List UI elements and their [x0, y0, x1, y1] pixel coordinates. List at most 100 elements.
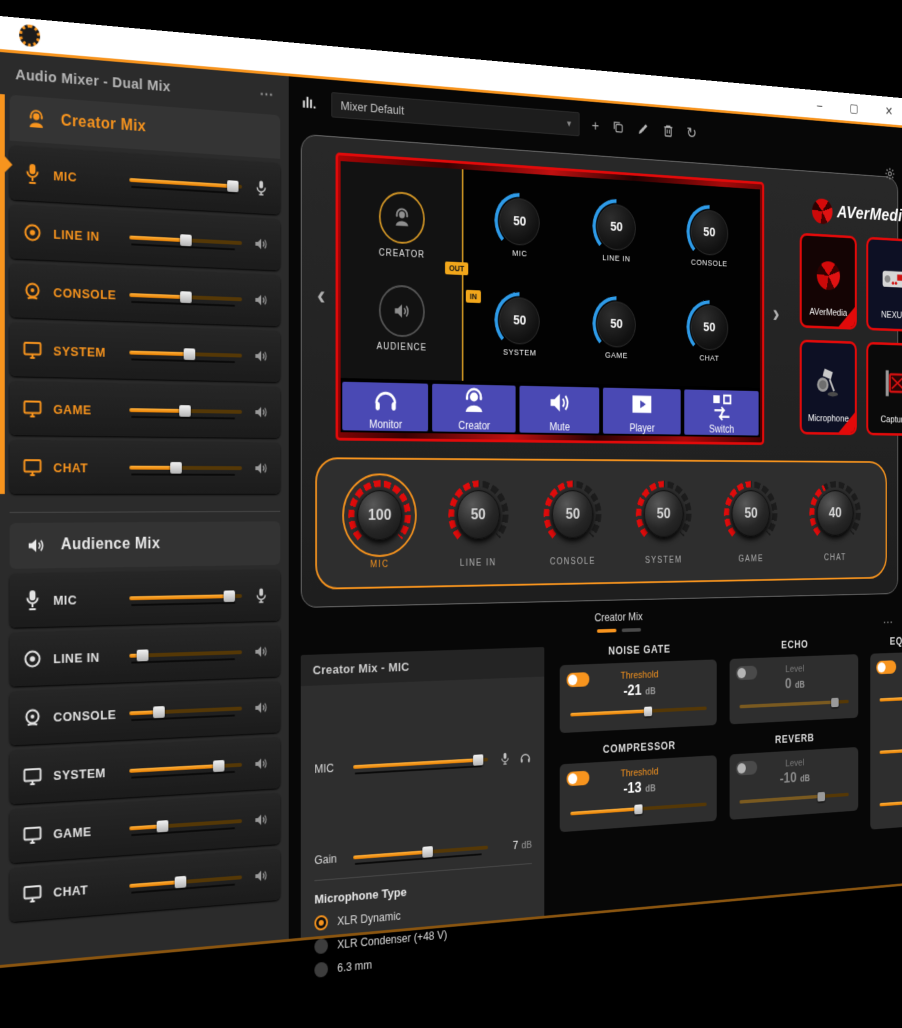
- bass-slider[interactable]: [880, 794, 902, 811]
- monitor-button[interactable]: Monitor: [342, 382, 428, 432]
- echo-slider[interactable]: [740, 696, 849, 713]
- system-volume-slider[interactable]: [129, 346, 242, 363]
- app-logo-icon: [19, 23, 40, 47]
- knob-mic[interactable]: 100 MIC: [347, 482, 411, 571]
- channel-row-console[interactable]: CONSOLE: [10, 681, 281, 745]
- minimize-button[interactable]: –: [817, 98, 822, 110]
- screen-knob-mic[interactable]: 50 MIC: [499, 197, 540, 260]
- noise-gate-slider[interactable]: [570, 702, 706, 721]
- add-preset-button[interactable]: +: [592, 117, 600, 133]
- line-in-volume-slider[interactable]: [129, 231, 242, 250]
- mic-volume-slider[interactable]: [129, 173, 242, 193]
- knob-line-in[interactable]: 50 LINE IN: [447, 482, 509, 569]
- screen-knob-chat[interactable]: 50 CHAT: [691, 304, 728, 363]
- chat-monitor-icon: [21, 881, 44, 907]
- knob-console[interactable]: 50 CONSOLE: [543, 482, 602, 567]
- hardware-knob-strip: 100 MIC 50 LINE IN 50 CONSOLE 50 SYSTEM …: [315, 457, 887, 590]
- mic-icon[interactable]: [498, 690, 511, 826]
- speaker-icon[interactable]: [253, 290, 270, 310]
- compressor-toggle[interactable]: [567, 771, 590, 787]
- system-volume-slider[interactable]: [129, 758, 242, 778]
- maximize-button[interactable]: ▢: [849, 101, 858, 113]
- close-button[interactable]: ✕: [885, 104, 893, 116]
- equalizer-toggle[interactable]: [876, 660, 896, 674]
- compressor-slider[interactable]: [570, 798, 706, 820]
- preset-dropdown[interactable]: Mixer Default ▾: [331, 92, 579, 136]
- knob-game[interactable]: 50 GAME: [723, 483, 778, 565]
- mic-monitor-icon[interactable]: [253, 178, 270, 198]
- chat-volume-slider[interactable]: [129, 461, 242, 475]
- console-volume-slider[interactable]: [129, 702, 242, 720]
- prev-page-chevron[interactable]: ‹: [312, 281, 331, 310]
- screen-knob-line-in[interactable]: 50 LINE IN: [597, 203, 636, 264]
- equalizer-panel: EQUALIZER Treble 83% Mid 55%: [870, 633, 902, 829]
- tile-capture[interactable]: Capture: [866, 342, 902, 436]
- app-tiles-column: AVerMedia AVerMedia NEXUS: [795, 195, 902, 436]
- speaker-icon[interactable]: [253, 346, 270, 365]
- speaker-icon[interactable]: [253, 234, 270, 254]
- noise-gate-toggle[interactable]: [567, 672, 590, 687]
- player-button[interactable]: Player: [603, 388, 680, 435]
- treble-slider[interactable]: [880, 691, 902, 706]
- knob-chat[interactable]: 40 CHAT: [809, 483, 862, 563]
- main-area: Mixer Default ▾ + ↻ ‹ CREATOR: [289, 76, 902, 939]
- delete-preset-button[interactable]: [662, 122, 675, 139]
- chat-volume-slider[interactable]: [129, 871, 242, 893]
- line-in-volume-slider[interactable]: [129, 646, 242, 663]
- channel-row-game[interactable]: GAME: [10, 381, 281, 438]
- refresh-button[interactable]: ↻: [686, 125, 696, 141]
- duplicate-preset-button[interactable]: [611, 118, 624, 135]
- gain-slider[interactable]: [353, 841, 488, 864]
- page-indicator-active[interactable]: [597, 629, 617, 633]
- speaker-icon[interactable]: [253, 698, 270, 718]
- screen-knob-game[interactable]: 50 GAME: [597, 300, 636, 360]
- radio-unselected[interactable]: [314, 962, 328, 978]
- knob-system[interactable]: 50 SYSTEM: [635, 482, 692, 565]
- creator-mode-button[interactable]: CREATOR: [379, 190, 425, 260]
- tile-avermedia[interactable]: AVerMedia: [800, 233, 857, 330]
- mic-volume-slider[interactable]: [129, 589, 242, 605]
- page-indicator[interactable]: [621, 628, 640, 632]
- mid-slider[interactable]: [880, 742, 902, 758]
- speaker-icon[interactable]: [253, 866, 270, 886]
- game-volume-slider[interactable]: [129, 814, 242, 835]
- creator-button[interactable]: Creator: [432, 384, 515, 433]
- channel-row-mic[interactable]: MIC: [10, 570, 281, 628]
- channel-row-chat[interactable]: CHAT: [10, 440, 281, 494]
- console-volume-slider[interactable]: [129, 288, 242, 306]
- speaker-icon[interactable]: [253, 642, 270, 662]
- audience-mix-header[interactable]: Audience Mix: [10, 521, 281, 569]
- audience-mode-button[interactable]: AUDIENCE: [377, 284, 427, 353]
- next-page-chevron[interactable]: ›: [768, 301, 783, 327]
- tile-nexus[interactable]: NEXUS: [866, 237, 902, 333]
- channel-row-system[interactable]: SYSTEM: [10, 322, 281, 382]
- speaker-icon[interactable]: [253, 403, 270, 422]
- game-volume-slider[interactable]: [129, 403, 242, 418]
- radio-unselected[interactable]: [314, 938, 328, 954]
- channel-row-line-in[interactable]: LINE IN: [10, 625, 281, 686]
- detail-mic-slider[interactable]: [353, 753, 488, 773]
- pager-menu-button[interactable]: ⋯: [883, 614, 894, 629]
- sidebar-menu-button[interactable]: ⋯: [259, 84, 275, 104]
- switch-button[interactable]: Switch: [684, 389, 759, 435]
- echo-toggle[interactable]: [736, 666, 757, 681]
- channel-row-system[interactable]: SYSTEM: [10, 737, 281, 804]
- speaker-icon[interactable]: [253, 754, 270, 774]
- edit-preset-button[interactable]: [637, 120, 650, 137]
- channel-row-console[interactable]: CONSOLE: [10, 263, 281, 326]
- reverb-slider[interactable]: [740, 789, 849, 808]
- speaker-icon[interactable]: [253, 810, 270, 830]
- settings-gear-icon[interactable]: [884, 166, 895, 181]
- headphones-icon[interactable]: [519, 690, 532, 826]
- creator-headset-icon: [25, 107, 48, 132]
- screen-knob-console[interactable]: 50 CONSOLE: [691, 209, 728, 269]
- mute-button[interactable]: Mute: [519, 386, 599, 434]
- reverb-toggle[interactable]: [736, 761, 757, 776]
- gain-slider-label: Gain: [314, 851, 344, 866]
- speaker-icon[interactable]: [253, 459, 270, 478]
- tile-microphone[interactable]: Microphone: [800, 340, 857, 436]
- screen-knob-system[interactable]: 50 SYSTEM: [499, 296, 540, 358]
- mic-monitor-icon[interactable]: [253, 586, 270, 605]
- channel-row-line-in[interactable]: LINE IN: [10, 205, 281, 271]
- radio-selected[interactable]: [314, 915, 328, 931]
